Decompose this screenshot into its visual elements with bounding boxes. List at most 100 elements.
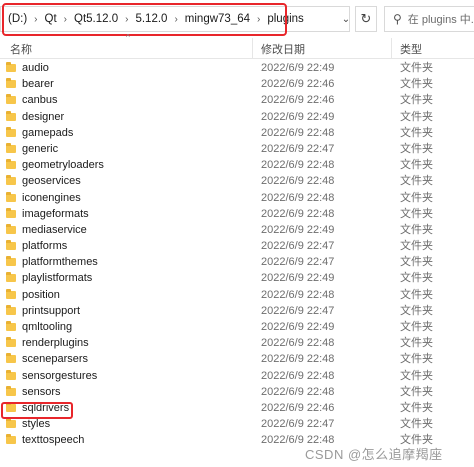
address-bar-area: (D:) › Qt › Qt5.12.0 › 5.12.0 › mingw73_… [0,0,474,42]
file-name: texttospeech [22,434,85,447]
folder-icon [6,434,16,445]
file-name: position [22,288,60,301]
file-row-renderplugins[interactable]: renderplugins 2022/6/9 22:48 文件夹 [0,335,474,351]
file-row-sensorgestures[interactable]: sensorgestures 2022/6/9 22:48 文件夹 [0,368,474,384]
folder-icon [6,94,16,105]
file-name: sensors [22,385,61,398]
file-row-gamepads[interactable]: gamepads 2022/6/9 22:48 文件夹 [0,125,474,141]
refresh-icon[interactable]: ↻ [355,6,377,32]
file-name: mediaservice [22,223,87,236]
address-dropdown-icon[interactable]: ⌄ [336,6,356,32]
file-type: 文件夹 [400,401,433,414]
file-type: 文件夹 [400,288,433,301]
file-name: gamepads [22,126,74,139]
folder-icon [6,142,16,153]
file-row-geometryloaders[interactable]: geometryloaders 2022/6/9 22:48 文件夹 [0,157,474,173]
file-date: 2022/6/9 22:48 [261,288,335,301]
search-placeholder: 在 plugins 中... [407,14,474,26]
folder-icon [6,337,16,348]
file-date: 2022/6/9 22:46 [261,401,335,414]
folder-icon [6,288,16,299]
file-type: 文件夹 [400,175,433,188]
column-divider[interactable] [252,38,253,58]
file-type: 文件夹 [400,240,433,253]
file-row-audio[interactable]: audio 2022/6/9 22:49 文件夹 [0,60,474,76]
file-date: 2022/6/9 22:48 [261,191,335,204]
folder-icon [6,175,16,186]
file-date: 2022/6/9 22:48 [261,385,335,398]
file-type: 文件夹 [400,256,433,269]
file-name: qmltooling [22,321,73,333]
file-name: imageformats [22,207,89,220]
file-row-playlistformats[interactable]: playlistformats 2022/6/9 22:49 文件夹 [0,270,474,286]
file-row-iconengines[interactable]: iconengines 2022/6/9 22:48 文件夹 [0,190,474,206]
file-date: 2022/6/9 22:49 [261,321,335,333]
search-icon: ⚲ [393,12,402,26]
file-row-sceneparsers[interactable]: sceneparsers 2022/6/9 22:48 文件夹 [0,351,474,367]
file-row-position[interactable]: position 2022/6/9 22:48 文件夹 [0,287,474,303]
file-name: generic [22,142,59,155]
file-row-designer[interactable]: designer 2022/6/9 22:49 文件夹 [0,109,474,125]
file-date: 2022/6/9 22:49 [261,110,335,123]
file-type: 文件夹 [400,207,433,220]
folder-icon [6,272,16,283]
file-type: 文件夹 [400,337,433,350]
file-type: 文件夹 [400,191,433,204]
column-type[interactable]: 类型 [400,41,422,57]
file-date: 2022/6/9 22:47 [261,304,335,317]
file-date: 2022/6/9 22:46 [261,94,335,107]
file-date: 2022/6/9 22:48 [261,337,335,350]
file-type: 文件夹 [400,272,433,285]
folder-icon [6,126,16,137]
file-name: geometryloaders [22,159,104,172]
folder-icon [6,191,16,202]
file-row-mediaservice[interactable]: mediaservice 2022/6/9 22:49 文件夹 [0,222,474,238]
file-row-bearer[interactable]: bearer 2022/6/9 22:46 文件夹 [0,76,474,92]
file-name: renderplugins [22,337,89,350]
column-date[interactable]: 修改日期 [261,41,305,57]
folder-icon [6,418,16,429]
file-name: iconengines [22,191,81,204]
file-name: designer [22,110,65,123]
file-type: 文件夹 [400,304,433,317]
file-type: 文件夹 [400,369,433,382]
file-row-qmltooling[interactable]: qmltooling 2022/6/9 22:49 文件夹 [0,319,474,335]
folder-icon [6,207,16,218]
file-name: platformthemes [22,256,98,269]
sqldrivers-highlight-box [1,402,73,419]
folder-icon [6,78,16,89]
folder-icon [6,321,16,331]
file-date: 2022/6/9 22:48 [261,207,335,220]
file-type: 文件夹 [400,78,433,91]
file-row-generic[interactable]: generic 2022/6/9 22:47 文件夹 [0,141,474,157]
column-header: 名称 修改日期 类型 [0,38,474,59]
file-date: 2022/6/9 22:49 [261,62,335,74]
file-name: platforms [22,240,68,253]
file-row-sensors[interactable]: sensors 2022/6/9 22:48 文件夹 [0,384,474,400]
folder-icon [6,240,16,251]
file-row-printsupport[interactable]: printsupport 2022/6/9 22:47 文件夹 [0,303,474,319]
file-name: bearer [22,78,54,91]
file-name: sceneparsers [22,353,89,366]
file-row-geoservices[interactable]: geoservices 2022/6/9 22:48 文件夹 [0,173,474,189]
file-type: 文件夹 [400,126,433,139]
folder-icon [6,223,16,234]
search-box[interactable]: ⚲ 在 plugins 中... [384,6,474,32]
file-name: playlistformats [22,272,93,285]
folder-icon [6,304,16,315]
file-row-canbus[interactable]: canbus 2022/6/9 22:46 文件夹 [0,92,474,108]
file-row-platforms[interactable]: platforms 2022/6/9 22:47 文件夹 [0,238,474,254]
file-date: 2022/6/9 22:46 [261,78,335,91]
file-type: 文件夹 [400,353,433,366]
file-type: 文件夹 [400,321,433,333]
file-date: 2022/6/9 22:47 [261,240,335,253]
file-type: 文件夹 [400,223,433,236]
file-date: 2022/6/9 22:47 [261,142,335,155]
folder-icon [6,159,16,170]
file-row-platformthemes[interactable]: platformthemes 2022/6/9 22:47 文件夹 [0,254,474,270]
file-date: 2022/6/9 22:49 [261,223,335,236]
column-divider[interactable] [391,38,392,58]
file-date: 2022/6/9 22:49 [261,272,335,285]
column-name[interactable]: 名称 [10,41,32,57]
file-row-imageformats[interactable]: imageformats 2022/6/9 22:48 文件夹 [0,206,474,222]
